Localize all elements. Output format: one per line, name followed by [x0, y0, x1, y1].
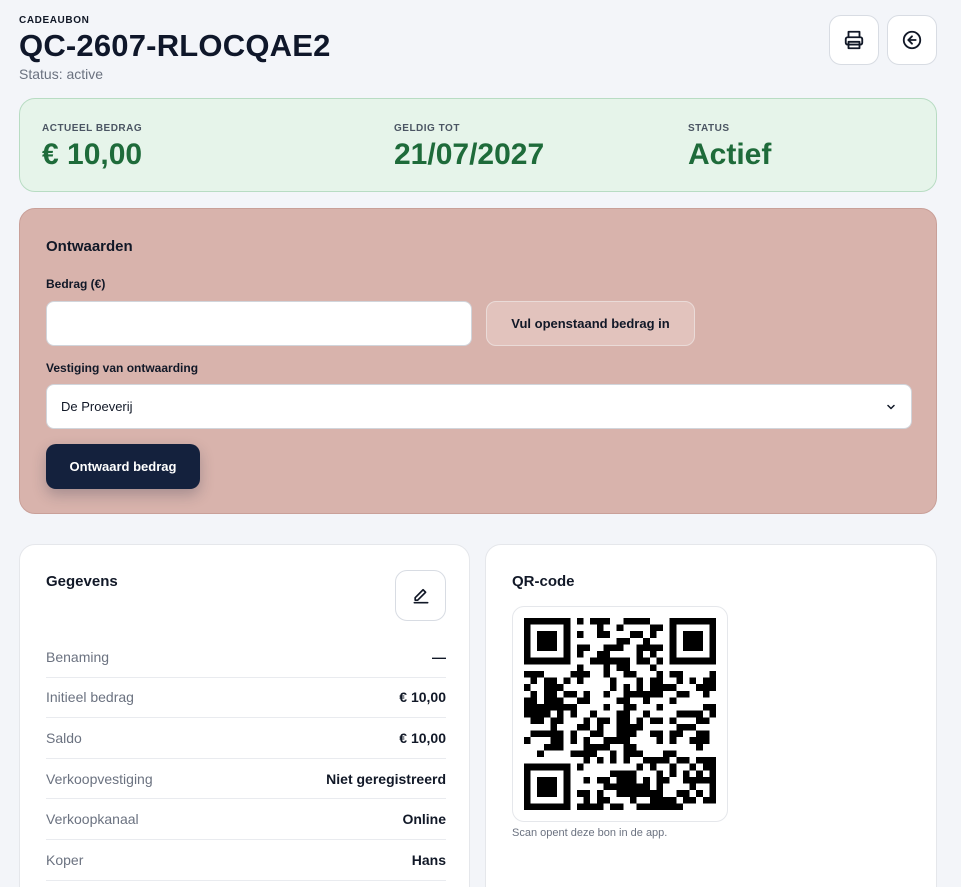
summary-amount-value: € 10,00	[42, 138, 143, 171]
status-line: Status: active	[19, 66, 104, 82]
summary-valid-until: GELDIG TOT 21/07/2027	[394, 123, 544, 172]
details-title: Gegevens	[46, 573, 118, 590]
qr-title: QR-code	[512, 573, 575, 590]
qr-code-icon	[524, 618, 716, 810]
voucher-summary: ACTUEEL BEDRAG € 10,00 GELDIG TOT 21/07/…	[19, 98, 937, 192]
summary-status: STATUS Actief	[688, 123, 771, 172]
summary-status-label: STATUS	[688, 123, 730, 134]
redeem-title: Ontwaarden	[46, 238, 133, 255]
detail-key: Initieel bedrag	[46, 689, 134, 706]
detail-value: Hans	[411, 851, 446, 868]
amount-input[interactable]	[46, 301, 472, 346]
summary-valid-label: GELDIG TOT	[394, 123, 460, 134]
page-header: CADEAUBON QC-2607-RLOCQAE2 Status: activ…	[19, 15, 939, 85]
page-title: QC-2607-RLOCQAE2	[19, 28, 331, 63]
location-label: Vestiging van ontwaarding	[46, 361, 199, 375]
details-card: Gegevens Benaming — Initieel bedrag € 10…	[19, 544, 470, 887]
detail-value: Online	[402, 811, 446, 828]
details-list: Benaming — Initieel bedrag € 10,00 Saldo…	[46, 637, 446, 881]
back-button[interactable]	[887, 15, 937, 65]
summary-amount: ACTUEEL BEDRAG € 10,00	[42, 123, 142, 172]
detail-key: Saldo	[46, 729, 82, 746]
printer-icon	[844, 30, 864, 50]
detail-value: —	[432, 648, 446, 665]
detail-row-name: Benaming —	[46, 637, 446, 678]
chevron-down-icon	[887, 404, 895, 409]
detail-row-initial-amount: Initieel bedrag € 10,00	[46, 678, 446, 719]
qr-card: QR-code Scan opent deze bon in de app.	[485, 544, 937, 887]
detail-row-buyer: Koper Hans	[46, 840, 446, 881]
detail-row-sales-location: Verkoopvestiging Niet geregistreerd	[46, 759, 446, 800]
location-select[interactable]: De Proeverij	[46, 384, 912, 429]
redeem-panel: Ontwaarden Bedrag (€) Vul openstaand bed…	[19, 208, 937, 514]
detail-key: Verkoopkanaal	[46, 811, 139, 828]
arrow-left-circle-icon	[902, 30, 922, 50]
edit-button[interactable]	[395, 570, 446, 621]
fill-outstanding-button[interactable]: Vul openstaand bedrag in	[486, 301, 695, 346]
detail-row-sales-channel: Verkoopkanaal Online	[46, 799, 446, 840]
detail-value: € 10,00	[399, 689, 446, 706]
summary-valid-value: 21/07/2027	[394, 138, 545, 171]
detail-key: Benaming	[46, 648, 110, 665]
detail-row-balance: Saldo € 10,00	[46, 718, 446, 759]
qr-code-frame	[512, 606, 728, 822]
redeem-button[interactable]: Ontwaard bedrag	[46, 444, 200, 489]
detail-key: Koper	[46, 851, 84, 868]
summary-status-value: Actief	[688, 138, 772, 171]
detail-value: Niet geregistreerd	[326, 770, 446, 787]
voucher-type-label: CADEAUBON	[19, 15, 90, 26]
pencil-icon	[413, 588, 428, 603]
summary-amount-label: ACTUEEL BEDRAG	[42, 123, 143, 134]
qr-caption: Scan opent deze bon in de app.	[512, 827, 668, 839]
amount-label: Bedrag (€)	[46, 277, 106, 291]
print-button[interactable]	[829, 15, 879, 65]
location-selected-value: De Proeverij	[61, 399, 133, 414]
detail-value: € 10,00	[399, 729, 446, 746]
detail-key: Verkoopvestiging	[46, 770, 153, 787]
